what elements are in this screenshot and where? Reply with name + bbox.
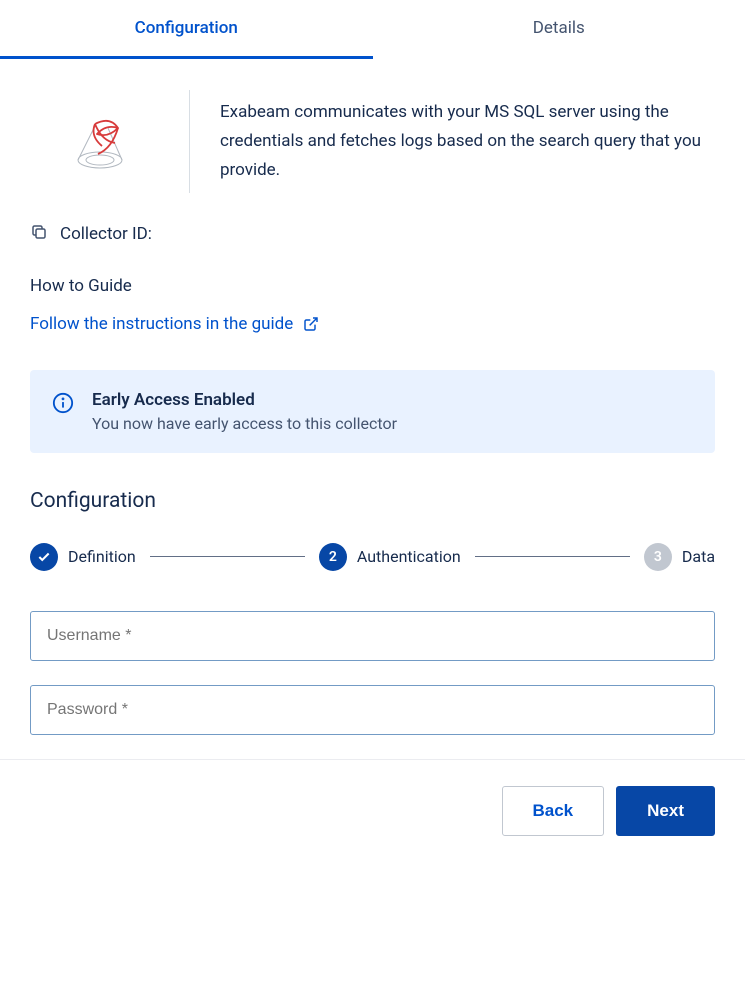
tab-row: Configuration Details xyxy=(0,0,745,60)
howto-guide-link[interactable]: Follow the instructions in the guide xyxy=(30,314,319,334)
step-data: 3 Data xyxy=(644,543,715,571)
collector-id-label: Collector ID: xyxy=(60,224,152,244)
step-definition: Definition xyxy=(30,543,136,571)
guide-link-text: Follow the instructions in the guide xyxy=(30,314,293,334)
step-connector xyxy=(475,556,630,557)
next-button[interactable]: Next xyxy=(616,786,715,836)
copy-icon[interactable] xyxy=(30,223,48,246)
tab-configuration[interactable]: Configuration xyxy=(0,0,373,59)
step-data-label: Data xyxy=(682,547,715,566)
step-authentication: 2 Authentication xyxy=(319,543,461,571)
external-link-icon xyxy=(303,316,319,332)
intro-row: Exabeam communicates with your MS SQL se… xyxy=(30,90,715,193)
early-access-banner: Early Access Enabled You now have early … xyxy=(30,370,715,453)
mssql-icon xyxy=(65,106,135,176)
configuration-heading: Configuration xyxy=(30,489,715,513)
howto-heading: How to Guide xyxy=(30,276,715,296)
step-connector xyxy=(150,556,305,557)
back-button[interactable]: Back xyxy=(502,786,605,836)
password-field[interactable] xyxy=(30,685,715,735)
info-icon xyxy=(52,390,74,418)
step-data-circle: 3 xyxy=(644,543,672,571)
step-definition-label: Definition xyxy=(68,547,136,566)
banner-body: You now have early access to this collec… xyxy=(92,414,397,433)
banner-title: Early Access Enabled xyxy=(92,390,397,410)
check-icon xyxy=(37,550,51,564)
stepper: Definition 2 Authentication 3 Data xyxy=(30,543,715,571)
product-logo xyxy=(30,90,190,193)
intro-description: Exabeam communicates with your MS SQL se… xyxy=(220,90,715,193)
tab-details[interactable]: Details xyxy=(373,0,745,59)
step-definition-circle xyxy=(30,543,58,571)
username-field[interactable] xyxy=(30,611,715,661)
footer: Back Next xyxy=(0,759,745,862)
step-authentication-circle: 2 xyxy=(319,543,347,571)
step-authentication-label: Authentication xyxy=(357,547,461,566)
collector-id-row: Collector ID: xyxy=(30,223,715,246)
